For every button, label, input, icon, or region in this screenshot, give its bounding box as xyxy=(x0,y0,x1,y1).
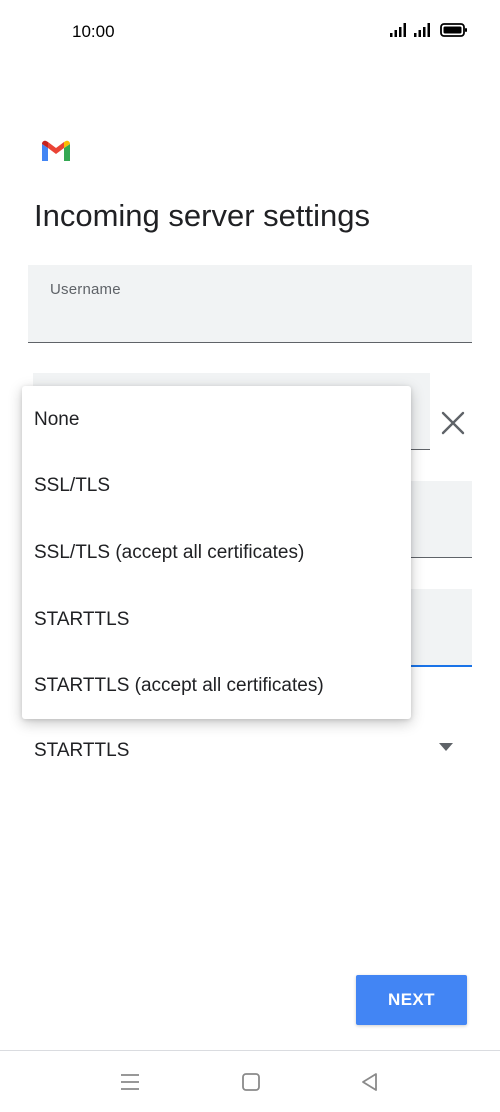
menu-item-starttls[interactable]: STARTTLS xyxy=(22,586,411,652)
menu-item-label: STARTTLS (accept all certificates) xyxy=(34,675,324,696)
gmail-logo xyxy=(40,138,72,164)
menu-item-none[interactable]: None xyxy=(22,386,411,452)
security-type-menu: None SSL/TLS SSL/TLS (accept all certifi… xyxy=(22,386,411,719)
menu-item-label: SSL/TLS (accept all certificates) xyxy=(34,542,305,563)
menu-item-label: SSL/TLS xyxy=(34,475,111,496)
security-type-select[interactable]: STARTTLS xyxy=(34,740,129,762)
status-time: 10:00 xyxy=(72,22,115,41)
username-field[interactable]: Username xyxy=(28,265,472,343)
close-icon[interactable] xyxy=(438,408,468,438)
page-title: Incoming server settings xyxy=(34,198,370,233)
menu-item-starttls-accept-all[interactable]: STARTTLS (accept all certificates) xyxy=(22,652,411,718)
status-icons xyxy=(390,22,470,42)
dropdown-arrow-icon[interactable] xyxy=(437,739,455,751)
menu-icon[interactable] xyxy=(118,1071,142,1093)
back-icon[interactable] xyxy=(358,1071,382,1093)
signal-icon xyxy=(414,23,430,37)
menu-item-label: STARTTLS xyxy=(34,609,130,630)
menu-item-ssl-tls[interactable]: SSL/TLS xyxy=(22,452,411,518)
next-button[interactable]: NEXT xyxy=(356,975,467,1025)
signal-icon xyxy=(390,23,406,37)
status-bar: 10:00 xyxy=(0,0,500,64)
menu-item-ssl-tls-accept-all[interactable]: SSL/TLS (accept all certificates) xyxy=(22,519,411,585)
navigation-bar xyxy=(0,1050,500,1112)
username-label: Username xyxy=(50,281,121,298)
menu-item-label: None xyxy=(34,409,80,430)
home-icon[interactable] xyxy=(239,1071,263,1093)
battery-icon xyxy=(440,23,467,37)
